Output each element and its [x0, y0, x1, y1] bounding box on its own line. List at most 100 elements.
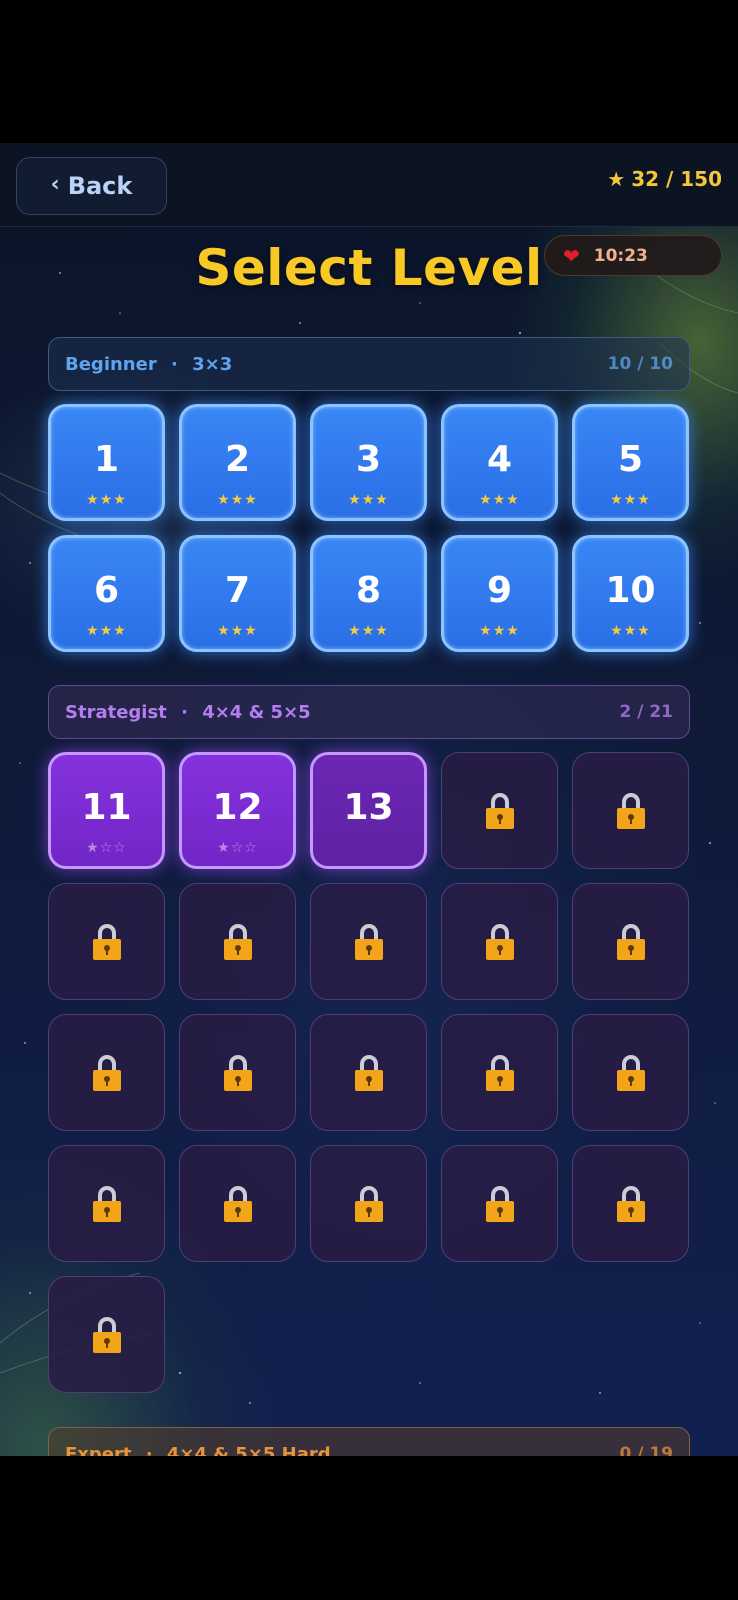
level-stars: ★★★	[217, 492, 258, 508]
star-total: ★ 32 / 150	[607, 167, 722, 191]
level-tile-8[interactable]: 8 ★★★	[310, 535, 427, 652]
padlock-icon	[223, 1054, 253, 1091]
level-tile-5[interactable]: 5 ★★★	[572, 404, 689, 521]
section-size: 4×4 & 5×5	[202, 701, 311, 723]
padlock-icon	[92, 1054, 122, 1091]
back-button[interactable]: ‹ Back	[16, 157, 167, 215]
level-stars: ★★★	[610, 492, 651, 508]
timer-value: 10:23	[593, 245, 648, 266]
level-number: 7	[224, 569, 251, 611]
level-tile-11[interactable]: 11 ★☆☆	[48, 752, 165, 869]
lives-timer: ❤ 10:23	[544, 235, 722, 276]
level-tile-locked[interactable]	[310, 883, 427, 1000]
section-name: Expert	[65, 1443, 132, 1457]
star-icon: ★	[607, 167, 626, 191]
star-total-value: 32 / 150	[631, 167, 722, 191]
level-number: 1	[93, 438, 120, 480]
section-title-strategist: Strategist · 4×4 & 5×5	[65, 702, 311, 723]
level-select-screen: ‹ Back ★ 32 / 150 Select Level ❤ 10:23 B…	[0, 143, 738, 1456]
padlock-icon	[485, 1185, 515, 1222]
padlock-icon	[354, 1185, 384, 1222]
level-grid-beginner: 1 ★★★ 2 ★★★ 3 ★★★ 4 ★★★ 5 ★★★ 6 ★★★ 7 ★★★ 8 ★★★ 9 ★★★ 10 ★★…	[48, 404, 690, 652]
section-title-expert: Expert · 4×4 & 5×5 Hard	[65, 1444, 331, 1457]
padlock-icon	[354, 923, 384, 960]
padlock-icon	[485, 923, 515, 960]
level-number: 8	[355, 569, 382, 611]
level-tile-locked[interactable]	[179, 1014, 296, 1131]
level-tile-locked[interactable]	[441, 752, 558, 869]
level-tile-locked[interactable]	[441, 883, 558, 1000]
section-separator: ·	[170, 353, 178, 375]
section-size: 3×3	[192, 353, 233, 375]
level-tile-locked[interactable]	[572, 1145, 689, 1262]
level-tile-7[interactable]: 7 ★★★	[179, 535, 296, 652]
level-tile-locked[interactable]	[572, 1014, 689, 1131]
padlock-icon	[616, 1054, 646, 1091]
level-tile-3[interactable]: 3 ★★★	[310, 404, 427, 521]
level-tile-2[interactable]: 2 ★★★	[179, 404, 296, 521]
level-number: 5	[617, 438, 644, 480]
section-progress: 10 / 10	[607, 354, 673, 374]
level-number: 10	[605, 569, 656, 611]
padlock-icon	[223, 923, 253, 960]
level-grid-strategist: 11 ★☆☆ 12 ★☆☆ 13	[48, 752, 690, 1393]
padlock-icon	[485, 1054, 515, 1091]
section-name: Strategist	[65, 701, 167, 723]
padlock-icon	[92, 1316, 122, 1353]
back-button-label: Back	[67, 172, 133, 200]
padlock-icon	[616, 792, 646, 829]
level-stars: ★★★	[86, 623, 127, 639]
level-stars: ★☆☆	[217, 840, 258, 856]
level-stars: ★★★	[610, 623, 651, 639]
padlock-icon	[485, 792, 515, 829]
level-number: 12	[212, 786, 263, 828]
level-tile-locked[interactable]	[310, 1014, 427, 1131]
section-name: Beginner	[65, 353, 157, 375]
level-stars: ★★★	[217, 623, 258, 639]
level-stars: ★★★	[348, 623, 389, 639]
heart-icon: ❤	[563, 243, 580, 268]
level-stars: ★★★	[479, 492, 520, 508]
level-number: 3	[355, 438, 382, 480]
level-tile-locked[interactable]	[48, 883, 165, 1000]
section-progress: 2 / 21	[619, 702, 673, 722]
padlock-icon	[616, 923, 646, 960]
level-tile-locked[interactable]	[179, 1145, 296, 1262]
level-tile-locked[interactable]	[48, 1276, 165, 1393]
level-tile-1[interactable]: 1 ★★★	[48, 404, 165, 521]
level-tile-locked[interactable]	[310, 1145, 427, 1262]
level-tile-locked[interactable]	[48, 1145, 165, 1262]
section-size: 4×4 & 5×5 Hard	[166, 1443, 331, 1457]
level-tile-locked[interactable]	[572, 752, 689, 869]
level-stars: ★☆☆	[86, 840, 127, 856]
level-number: 6	[93, 569, 120, 611]
top-bar: ‹ Back ★ 32 / 150	[0, 143, 738, 227]
level-number: 11	[81, 786, 132, 828]
level-tile-4[interactable]: 4 ★★★	[441, 404, 558, 521]
section-progress: 0 / 19	[619, 1444, 673, 1456]
section-header-beginner: Beginner · 3×3 10 / 10	[48, 337, 690, 391]
section-title-beginner: Beginner · 3×3	[65, 354, 232, 375]
level-number: 4	[486, 438, 513, 480]
chevron-left-icon: ‹	[50, 171, 60, 197]
level-number: 13	[343, 786, 394, 828]
level-tile-locked[interactable]	[441, 1014, 558, 1131]
level-stars: ★★★	[348, 492, 389, 508]
padlock-icon	[92, 1185, 122, 1222]
section-separator: ·	[145, 1443, 153, 1457]
level-tile-6[interactable]: 6 ★★★	[48, 535, 165, 652]
padlock-icon	[223, 1185, 253, 1222]
level-tile-locked[interactable]	[179, 883, 296, 1000]
level-tile-13[interactable]: 13	[310, 752, 427, 869]
level-stars: ★★★	[86, 492, 127, 508]
level-tile-10[interactable]: 10 ★★★	[572, 535, 689, 652]
padlock-icon	[354, 1054, 384, 1091]
level-number: 2	[224, 438, 251, 480]
level-tile-12[interactable]: 12 ★☆☆	[179, 752, 296, 869]
padlock-icon	[92, 923, 122, 960]
level-tile-locked[interactable]	[572, 883, 689, 1000]
level-tile-locked[interactable]	[441, 1145, 558, 1262]
level-tile-locked[interactable]	[48, 1014, 165, 1131]
level-tile-9[interactable]: 9 ★★★	[441, 535, 558, 652]
section-separator: ·	[181, 701, 188, 723]
